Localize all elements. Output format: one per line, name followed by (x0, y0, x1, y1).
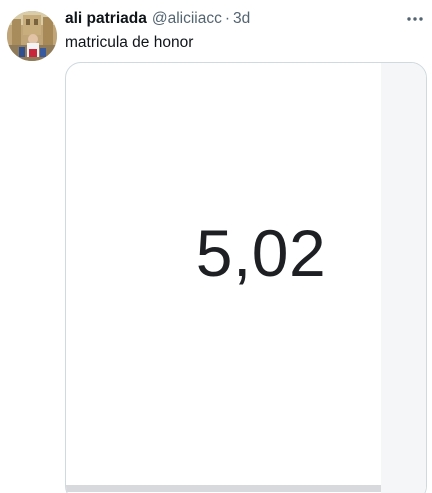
tweet-text: matricula de honor (65, 34, 194, 51)
tweet[interactable]: ali patriada @aliciiacc · 3d matricula d… (0, 0, 432, 493)
avatar-image (7, 11, 57, 61)
user-handle[interactable]: @aliciiacc (152, 9, 222, 29)
avatar[interactable] (7, 11, 57, 61)
more-options-button[interactable] (404, 9, 426, 29)
timestamp[interactable]: 3d (233, 9, 250, 29)
tweet-media[interactable]: 5,02 (65, 62, 427, 493)
media-scrollbar (66, 485, 381, 492)
separator-dot: · (224, 10, 231, 27)
grade-value: 5,02 (195, 216, 327, 290)
display-name[interactable]: ali patriada (65, 9, 147, 29)
more-horizontal-icon (407, 17, 423, 21)
tweet-header: ali patriada @aliciiacc · 3d (65, 9, 250, 29)
